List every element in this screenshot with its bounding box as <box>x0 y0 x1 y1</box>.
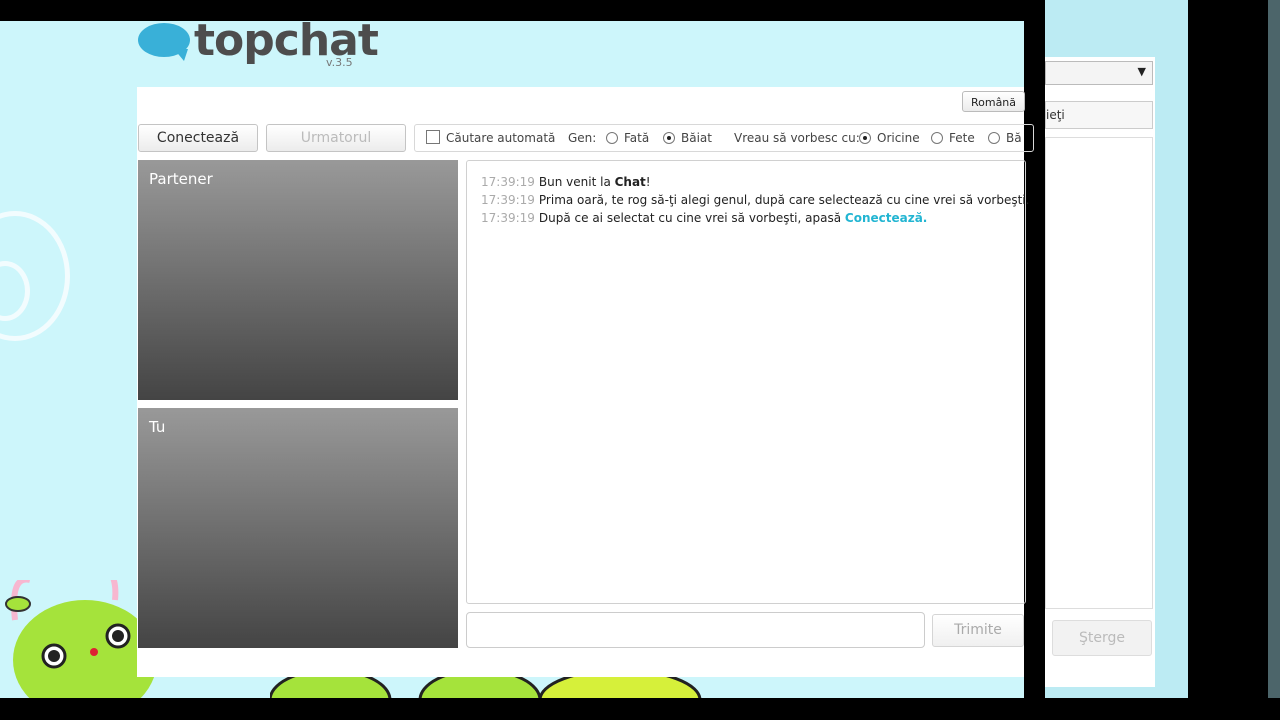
message-input[interactable] <box>466 612 925 648</box>
talk-to-option-baieti[interactable]: Bă <box>988 125 1022 151</box>
message-text: Prima oară, te rog să-ţi alegi genul, du… <box>538 193 1030 207</box>
talk-to-radio-oricine[interactable] <box>859 132 871 144</box>
auto-search-checkbox[interactable] <box>426 130 440 144</box>
auto-search-option[interactable]: Căutare automată <box>426 125 555 151</box>
message-bold-text: Chat <box>614 175 646 189</box>
gender-option-baiat[interactable]: Băiat <box>663 125 712 151</box>
talk-to-label: Vreau să vorbesc cu: <box>734 131 860 145</box>
gender-option-label: Fată <box>624 131 650 145</box>
auto-search-label: Căutare automată <box>446 131 556 145</box>
gender-option-fata[interactable]: Fată <box>606 125 649 151</box>
logo-version: v.3.5 <box>326 56 353 69</box>
self-video-label: Tu <box>149 418 166 436</box>
topchat-logo[interactable]: topchat v.3.5 <box>138 15 379 71</box>
talk-to-radio-fete[interactable] <box>931 132 943 144</box>
right-black-bar <box>1188 0 1280 720</box>
chat-log: 17:39:19 Bun venit la Chat! 17:39:19 Prima… <box>466 160 1029 604</box>
right-background-panel: ▼ ieţi Şterge <box>1045 0 1188 703</box>
talk-to-option-label: Bă <box>1006 131 1022 145</box>
message-text: După ce ai selectat cu cine vrei să vorb… <box>538 211 845 225</box>
talk-to-option-fete[interactable]: Fete <box>931 125 975 151</box>
options-bar: Căutare automată Gen: Fată Băiat Vreau s… <box>414 124 1034 152</box>
send-button[interactable]: Trimite <box>932 614 1024 647</box>
gender-option-label: Băiat <box>681 131 712 145</box>
main-panel: Română Conectează Urmatorul Căutare auto… <box>137 87 1034 677</box>
next-button[interactable]: Urmatorul <box>266 124 406 152</box>
chat-message: 17:39:19 Bun venit la Chat! <box>481 175 1025 189</box>
chat-message: 17:39:19 Prima oară, te rog să-ţi alegi g… <box>481 193 1029 207</box>
side-tab[interactable]: ieţi <box>1045 101 1153 129</box>
side-list <box>1045 137 1153 609</box>
right-edge-sliver <box>1268 0 1280 720</box>
self-video: Tu <box>138 408 458 648</box>
connect-button[interactable]: Conectează <box>138 124 258 152</box>
side-dropdown[interactable]: ▼ <box>1045 61 1153 85</box>
clear-button[interactable]: Şterge <box>1052 620 1152 656</box>
gender-label: Gen: <box>568 131 597 145</box>
message-text: . <box>922 211 928 225</box>
connect-link[interactable]: Conectează <box>845 211 923 225</box>
gender-radio-baiat[interactable] <box>663 132 675 144</box>
message-timestamp: 17:39:19 <box>481 175 535 189</box>
bottom-black-bar <box>0 698 1280 720</box>
talk-to-option-oricine[interactable]: Oricine <box>859 125 920 151</box>
talk-to-radio-baieti[interactable] <box>988 132 1000 144</box>
message-timestamp: 17:39:19 <box>481 193 535 207</box>
partner-video-label: Partener <box>149 170 213 188</box>
talk-to-option-label: Fete <box>949 131 975 145</box>
talk-to-option-label: Oricine <box>877 131 920 145</box>
message-text: ! <box>645 175 651 189</box>
chat-message: 17:39:19 După ce ai selectat cu cine vrei… <box>481 211 1025 225</box>
partner-video: Partener <box>138 160 458 400</box>
chat-bubble-tail <box>174 49 188 61</box>
dropdown-arrow-icon: ▼ <box>1137 65 1146 78</box>
message-timestamp: 17:39:19 <box>481 211 535 225</box>
gender-radio-fata[interactable] <box>606 132 618 144</box>
language-select[interactable]: Română <box>962 91 1025 112</box>
top-black-bar <box>0 0 1045 21</box>
message-text: Bun venit la <box>538 175 615 189</box>
